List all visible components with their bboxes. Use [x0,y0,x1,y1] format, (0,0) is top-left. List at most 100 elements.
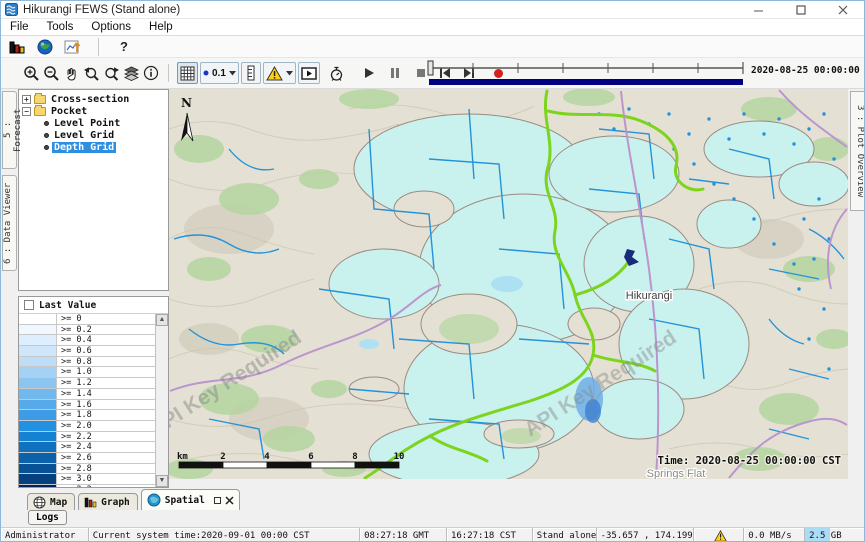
legend-label: >= 2.2 [57,432,92,442]
time-slider[interactable] [426,59,746,87]
menu-help[interactable]: Help [140,21,182,33]
tree-item-pocket[interactable]: − Pocket [22,105,168,117]
legend-scrollbar[interactable]: ▲ ▼ [155,314,168,487]
time-slider-thumb[interactable] [428,61,433,75]
tab-graph[interactable]: Graph [78,493,138,510]
database-viewer-button[interactable] [7,36,27,58]
label-threshold-dropdown[interactable]: 0.1 [200,62,239,84]
play-button[interactable] [359,62,379,84]
legend-label: >= 0.4 [57,335,92,345]
legend-panel: Last Value >= 0 >= 0.2 >= 0.4 >= 0.6 >= … [18,296,169,488]
legend-label: >= 1.2 [57,378,92,388]
profile-tool-button[interactable] [327,62,347,84]
legend-label: >= 0.2 [57,325,92,335]
tree-item-label: Level Grid [52,130,116,141]
legend-label: >= 0.8 [57,357,92,367]
legend-row: >= 1.6 [19,400,155,411]
status-gmt-time: 08:27:18 GMT [360,528,447,542]
legend-row: >= 2.8 [19,464,155,475]
grid-icon [180,66,195,81]
status-warning-cell[interactable] [694,528,744,542]
legend-row: >= 1.0 [19,367,155,378]
scale-unit: km [177,452,188,462]
tab-forecast[interactable]: 5 : Forecast [2,91,17,169]
pause-icon [390,67,400,79]
tab-data-viewer[interactable]: 6 : Data Viewer [2,175,17,271]
map-canvas: API Key Required API Key Required Hikura… [169,89,848,479]
legend-row: >= 3.0 [19,474,155,485]
legend-label: >= 1.6 [57,400,92,410]
tree-item-level-grid[interactable]: Level Grid [22,129,168,141]
expand-icon[interactable]: + [22,95,31,104]
legend-row: >= 2.0 [19,421,155,432]
pan-button[interactable] [61,62,81,84]
tab-close-icon[interactable] [225,496,234,505]
scale-ruler-toggle[interactable] [241,62,261,84]
info-button[interactable] [141,62,161,84]
tab-map-label: Map [50,497,67,508]
zoom-next-button[interactable] [101,62,121,84]
collapse-icon[interactable]: − [22,107,31,116]
menu-options[interactable]: Options [82,21,140,33]
legend-swatch [19,421,57,431]
zoom-out-button[interactable] [41,62,61,84]
timeseries-display-button[interactable] [63,36,83,58]
legend-swatch [19,335,57,345]
pause-button[interactable] [385,62,405,84]
status-user: Administrator [1,528,89,542]
spatial-globe-icon [147,493,161,507]
chart-arrow-icon [64,39,82,55]
bullet-icon [44,145,49,150]
animation-toggle[interactable] [298,62,320,84]
zoom-in-button[interactable] [21,62,41,84]
menu-bar: File Tools Options Help [1,19,864,36]
tree-item-depth-grid[interactable]: Depth Grid [22,141,168,153]
legend-label: >= 1.4 [57,389,92,399]
tab-spatial[interactable]: Spatial [141,489,240,510]
legend-row: >= 2.6 [19,453,155,464]
legend-label: >= 1.8 [57,410,92,420]
help-button[interactable]: ? [114,36,134,58]
last-value-checkbox[interactable] [24,300,34,310]
menu-file[interactable]: File [1,21,38,33]
scroll-up-icon[interactable]: ▲ [156,314,168,326]
toolbar-separator [98,38,99,56]
maximize-button[interactable] [780,1,822,19]
grid-display-toggle[interactable] [177,62,198,84]
title-bar: Hikurangi FEWS (Stand alone) [1,1,864,19]
legend-label: >= 0.6 [57,346,92,356]
primary-toolbar: ? [1,36,864,58]
scroll-down-icon[interactable]: ▼ [156,475,168,487]
minimize-button[interactable] [738,1,780,19]
label-threshold-value: 0.1 [212,68,226,79]
legend-swatch [19,325,57,335]
close-button[interactable] [822,1,864,19]
menu-tools[interactable]: Tools [38,21,83,33]
bar-chart-icon [84,496,97,508]
map-viewport[interactable]: API Key Required API Key Required Hikura… [169,89,848,488]
left-panel: + Cross-section − Pocket Level Point Lev… [18,89,169,488]
zoom-previous-button[interactable] [81,62,101,84]
tree-item-level-point[interactable]: Level Point [22,117,168,129]
close-icon [838,5,848,15]
warning-filter-dropdown[interactable] [263,62,296,84]
toolbar-separator [168,64,169,82]
north-label: N [181,96,192,110]
stopwatch-icon [328,65,345,82]
tab-maximize-icon[interactable] [214,497,221,504]
map-display-button[interactable] [35,36,55,58]
tree-item-label: Cross-section [49,94,131,105]
logs-button[interactable]: Logs [28,510,67,525]
legend-swatch [19,367,57,377]
tab-map[interactable]: Map [27,493,75,510]
legend-swatch [19,442,57,452]
legend-label: >= 0 [57,314,81,324]
play-icon [363,67,375,79]
time-slider-track [426,59,746,87]
tree-item-cross-section[interactable]: + Cross-section [22,93,168,105]
globe-icon [37,39,53,55]
layers-button[interactable] [121,62,141,84]
tab-plot-overview[interactable]: 3 : Plot Overview [850,91,865,211]
legend-label: >= 1.0 [57,367,92,377]
legend-swatch [19,410,57,420]
